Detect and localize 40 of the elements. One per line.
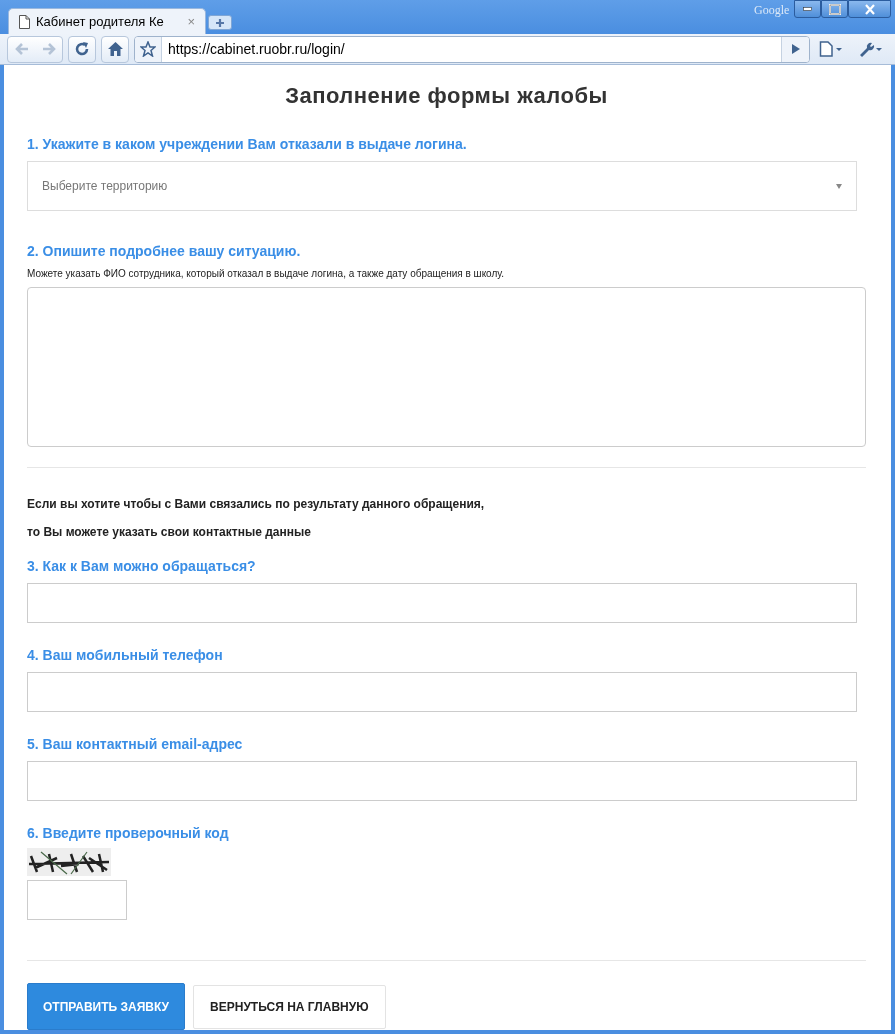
page-caret-icon: [819, 41, 845, 58]
field-label: 1. Укажите в каком учреждении Вам отказали в выдаче логина.: [27, 135, 468, 154]
home-button[interactable]: [101, 35, 129, 63]
submit-button[interactable]: ОТПРАВИТЬ ЗАЯВКУ: [27, 983, 186, 1030]
dropdown-caret-icon: [836, 183, 842, 189]
input-field[interactable]: [27, 583, 857, 623]
close-button[interactable]: [848, 0, 891, 18]
field-label: 4. Ваш мобильный телефон: [27, 646, 224, 665]
field-label: 6. Введите проверочный код: [27, 824, 230, 843]
play-icon: [790, 43, 801, 56]
maximize-icon: [828, 3, 841, 15]
minimize-icon: [803, 7, 812, 11]
page-icon: [19, 14, 30, 29]
tab-title: Кабинет родителя Ке: [36, 12, 165, 31]
maximize-button[interactable]: [821, 0, 848, 18]
contact-note: Если вы хотите чтобы с Вами связались по результату данного обращения,: [27, 496, 486, 513]
captcha-input-field[interactable]: [27, 880, 127, 920]
field-label: 3. Как к Вам можно обращаться?: [27, 557, 257, 576]
wrench-icon: [858, 41, 884, 58]
reload-button[interactable]: [68, 35, 96, 63]
browser-brand: Google: [754, 2, 790, 19]
form-title: Заполнение формы жалобы: [284, 82, 609, 110]
new-tab-button[interactable]: [208, 15, 232, 31]
field-label: 5. Ваш контактный email-адрес: [27, 735, 244, 754]
minimize-button[interactable]: [794, 0, 821, 18]
input-field[interactable]: [27, 672, 857, 712]
plus-icon: [215, 17, 225, 28]
go-button[interactable]: [781, 36, 809, 62]
field-label: 2. Опишите подробнее вашу ситуацию.: [27, 242, 302, 261]
back-to-main-button[interactable]: ВЕРНУТЬСЯ НА ГЛАВНУЮ: [193, 984, 386, 1029]
home-icon: [106, 41, 124, 58]
close-icon: [864, 3, 875, 15]
reload-icon: [74, 41, 90, 58]
browser-tab[interactable]: Кабинет родителя Ке ×: [8, 8, 206, 35]
field-hint: Можете указать ФИО сотрудника, который отказал в выдаче логина, а также дату обращения в школу.: [27, 267, 506, 281]
territory-dropdown[interactable]: Выберите территорию: [27, 161, 857, 211]
back-arrow-icon: [13, 42, 30, 57]
forward-arrow-icon: [40, 42, 57, 57]
contact-note: то Вы можете указать свои контактные данные: [27, 524, 312, 541]
input-field[interactable]: [27, 761, 857, 801]
